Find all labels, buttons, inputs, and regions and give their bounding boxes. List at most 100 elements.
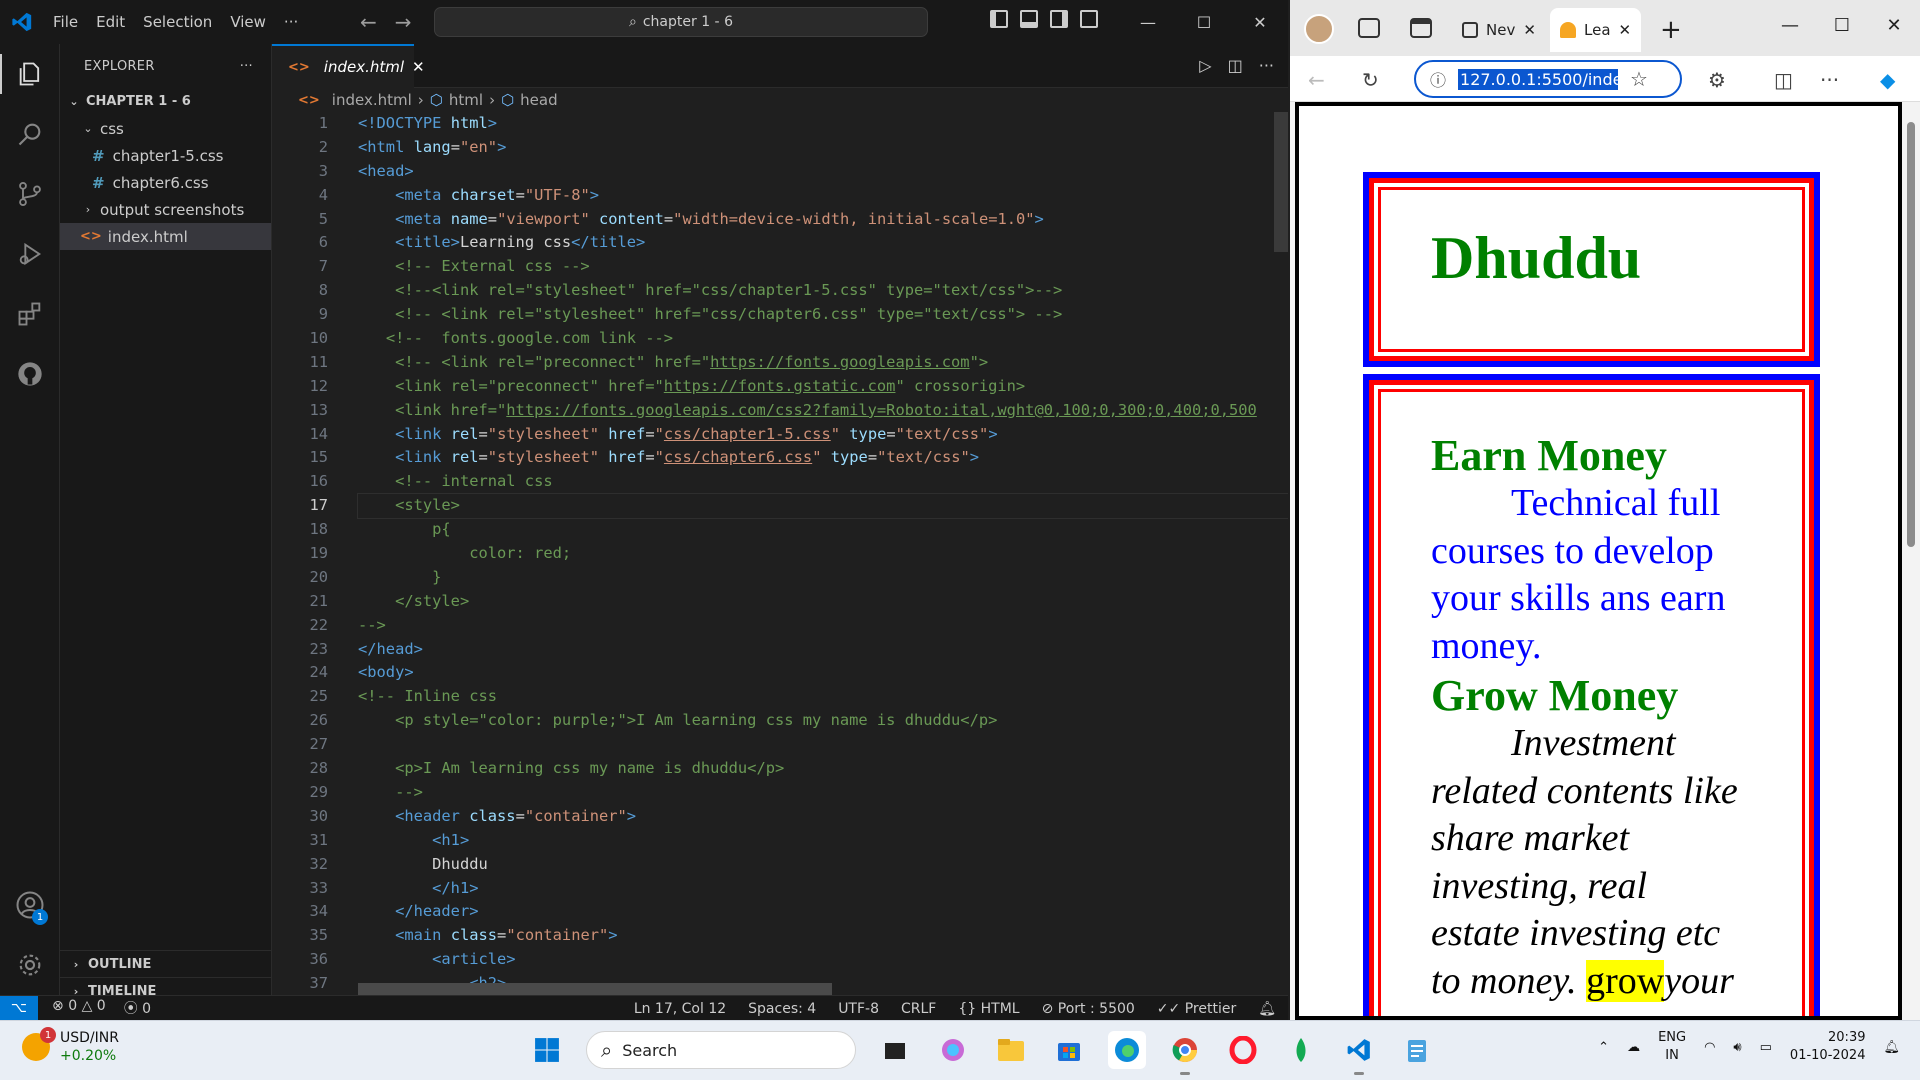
file-index-html[interactable]: <> index.html (60, 223, 271, 250)
code-line[interactable]: 23 </head> (272, 638, 1288, 662)
start-windows-icon[interactable] (528, 1031, 566, 1069)
task-view-icon[interactable] (876, 1031, 914, 1069)
maximize-icon[interactable]: ☐ (1816, 0, 1868, 50)
tab-index-html[interactable]: <> index.html ✕ (272, 44, 425, 88)
editor-scrollbar[interactable] (1274, 112, 1288, 252)
extensions-icon[interactable] (0, 284, 60, 344)
command-center[interactable]: ⌕ chapter 1 - 6 (434, 7, 928, 37)
toggle-primary-sidebar-icon[interactable] (990, 10, 1008, 28)
code-line[interactable]: 9 <!-- <link rel="stylesheet" href="css/… (272, 303, 1288, 327)
code-line[interactable]: 1 <!DOCTYPE html> (272, 112, 1288, 136)
code-line[interactable]: 14 <link rel="stylesheet" href="css/chap… (272, 423, 1288, 447)
code-line[interactable]: 16 <!-- internal css (272, 470, 1288, 494)
code-line[interactable]: 32 Dhuddu (272, 853, 1288, 877)
code-line[interactable]: 24 <body> (272, 661, 1288, 685)
bell-icon[interactable]: 🔔︎ (1258, 1001, 1276, 1017)
project-folder[interactable]: ⌄ CHAPTER 1 - 6 (60, 88, 271, 115)
code-line[interactable]: 28 <p>I Am learning css my name is dhudd… (272, 757, 1288, 781)
profile-avatar[interactable] (1304, 14, 1334, 44)
stock-widget[interactable]: 1 USD/INR +0.20% (22, 1027, 119, 1065)
taskbar-search[interactable]: ⌕ Search (586, 1031, 856, 1069)
code-line[interactable]: 18 p{ (272, 518, 1288, 542)
source-control-icon[interactable] (0, 164, 60, 224)
extensions-puzzle-icon[interactable]: ⚙ (1708, 68, 1726, 92)
microsoft-store-icon[interactable] (1050, 1031, 1088, 1069)
code-line[interactable]: 26 <p style="color: purple;">I Am learni… (272, 709, 1288, 733)
workspaces-icon[interactable] (1358, 18, 1380, 38)
indentation[interactable]: Spaces: 4 (748, 1001, 816, 1017)
search-icon[interactable] (0, 104, 60, 164)
menu-selection[interactable]: Selection (134, 13, 221, 31)
code-line[interactable]: 8 <!--<link rel="stylesheet" href="css/c… (272, 279, 1288, 303)
code-line[interactable]: 29 --> (272, 781, 1288, 805)
menu-edit[interactable]: Edit (87, 13, 134, 31)
outline-section[interactable]: › OUTLINE (60, 950, 272, 977)
tab-learning-css[interactable]: Lea ✕ (1550, 8, 1642, 52)
github-icon[interactable] (0, 344, 60, 404)
more-actions-icon[interactable]: ··· (1259, 56, 1274, 75)
line-ending[interactable]: CRLF (901, 1001, 936, 1017)
tab-actions-icon[interactable] (1410, 18, 1432, 38)
code-line[interactable]: 12 <link rel="preconnect" href="https://… (272, 375, 1288, 399)
code-line[interactable]: 13 <link href="https://fonts.googleapis.… (272, 399, 1288, 423)
code-line[interactable]: 4 <meta charset="UTF-8"> (272, 184, 1288, 208)
code-line[interactable]: 31 <h1> (272, 829, 1288, 853)
code-line[interactable]: 27 (272, 733, 1288, 757)
code-line[interactable]: 33 </h1> (272, 877, 1288, 901)
chevron-up-icon[interactable]: ⌃ (1598, 1040, 1609, 1055)
code-line[interactable]: 6 <title>Learning css</title> (272, 231, 1288, 255)
close-tab-icon[interactable]: ✕ (412, 58, 425, 76)
remote-icon[interactable]: ⌥ (0, 995, 38, 1020)
tab-new-tab[interactable]: Nev ✕ (1452, 8, 1546, 52)
problems-indicator[interactable]: ⊗ 0 △ 0 (52, 998, 106, 1018)
new-tab-plus-icon[interactable]: + (1650, 8, 1692, 52)
code-line[interactable]: 17 <style> (272, 493, 1288, 520)
code-line[interactable]: 15 <link rel="stylesheet" href="css/chap… (272, 446, 1288, 470)
code-line[interactable]: 10 <!-- fonts.google.com link --> (272, 327, 1288, 351)
code-line[interactable]: 30 <header class="container"> (272, 805, 1288, 829)
notification-bell-icon[interactable]: 🔔︎ (1883, 1040, 1900, 1055)
menu-file[interactable]: File (44, 13, 87, 31)
notepad-icon[interactable] (1398, 1031, 1436, 1069)
more-menu-icon[interactable]: ··· (1820, 68, 1839, 92)
more-actions-icon[interactable]: ··· (240, 59, 253, 74)
ports-indicator[interactable]: ⦿ 0 (124, 998, 151, 1018)
back-arrow-icon[interactable]: ← (1308, 68, 1325, 92)
code-line[interactable]: 5 <meta name="viewport" content="width=d… (272, 208, 1288, 232)
address-bar[interactable]: ⓘ 127.0.0.1:5500/inde ☆ (1414, 60, 1682, 98)
code-line[interactable]: 36 <article> (272, 948, 1288, 972)
code-line[interactable]: 21 </style> (272, 590, 1288, 614)
prettier-status[interactable]: ✓✓ Prettier (1157, 1001, 1236, 1017)
code-editor[interactable]: 1 <!DOCTYPE html> 2 <html lang="en"> 3 <head>… (272, 112, 1288, 995)
file-chapter6-css[interactable]: # chapter6.css (60, 169, 271, 196)
breadcrumb-item[interactable]: html (449, 91, 483, 109)
toggle-panel-icon[interactable] (1020, 10, 1038, 28)
onedrive-cloud-icon[interactable]: ☁ (1627, 1040, 1640, 1055)
opera-browser-icon[interactable] (1224, 1031, 1262, 1069)
menu-more[interactable]: ··· (275, 13, 307, 31)
code-line[interactable]: 25 <!-- Inline css (272, 685, 1288, 709)
chrome-browser-icon[interactable] (1166, 1031, 1204, 1075)
menu-view[interactable]: View (221, 13, 275, 31)
edge-browser-icon[interactable] (1108, 1031, 1146, 1069)
folder-output-screenshots[interactable]: › output screenshots (60, 196, 271, 223)
close-tab-icon[interactable]: ✕ (1619, 21, 1632, 39)
maximize-icon[interactable]: ☐ (1176, 0, 1232, 44)
close-icon[interactable]: ✕ (1232, 0, 1288, 44)
minimize-icon[interactable]: — (1764, 0, 1816, 50)
volume-icon[interactable]: 🔊︎ (1733, 1040, 1741, 1055)
run-debug-icon[interactable] (0, 224, 60, 284)
accounts-icon[interactable]: 1 (0, 875, 60, 935)
vscode-app-icon[interactable] (1340, 1031, 1378, 1075)
breadcrumb-item[interactable]: index.html (332, 91, 412, 109)
gear-icon[interactable] (0, 935, 60, 995)
code-line[interactable]: 3 <head> (272, 160, 1288, 184)
vscode-logo-icon[interactable] (0, 0, 44, 44)
live-server-port[interactable]: ⊘ Port : 5500 (1042, 1001, 1135, 1017)
split-screen-icon[interactable]: ◫ (1774, 68, 1793, 92)
close-tab-icon[interactable]: ✕ (1523, 21, 1536, 39)
refresh-icon[interactable]: ↻ (1362, 68, 1379, 92)
language-indicator[interactable]: ENG IN (1658, 1029, 1686, 1065)
run-icon[interactable]: ▷ (1199, 56, 1211, 75)
breadcrumb-item[interactable]: head (520, 91, 557, 109)
